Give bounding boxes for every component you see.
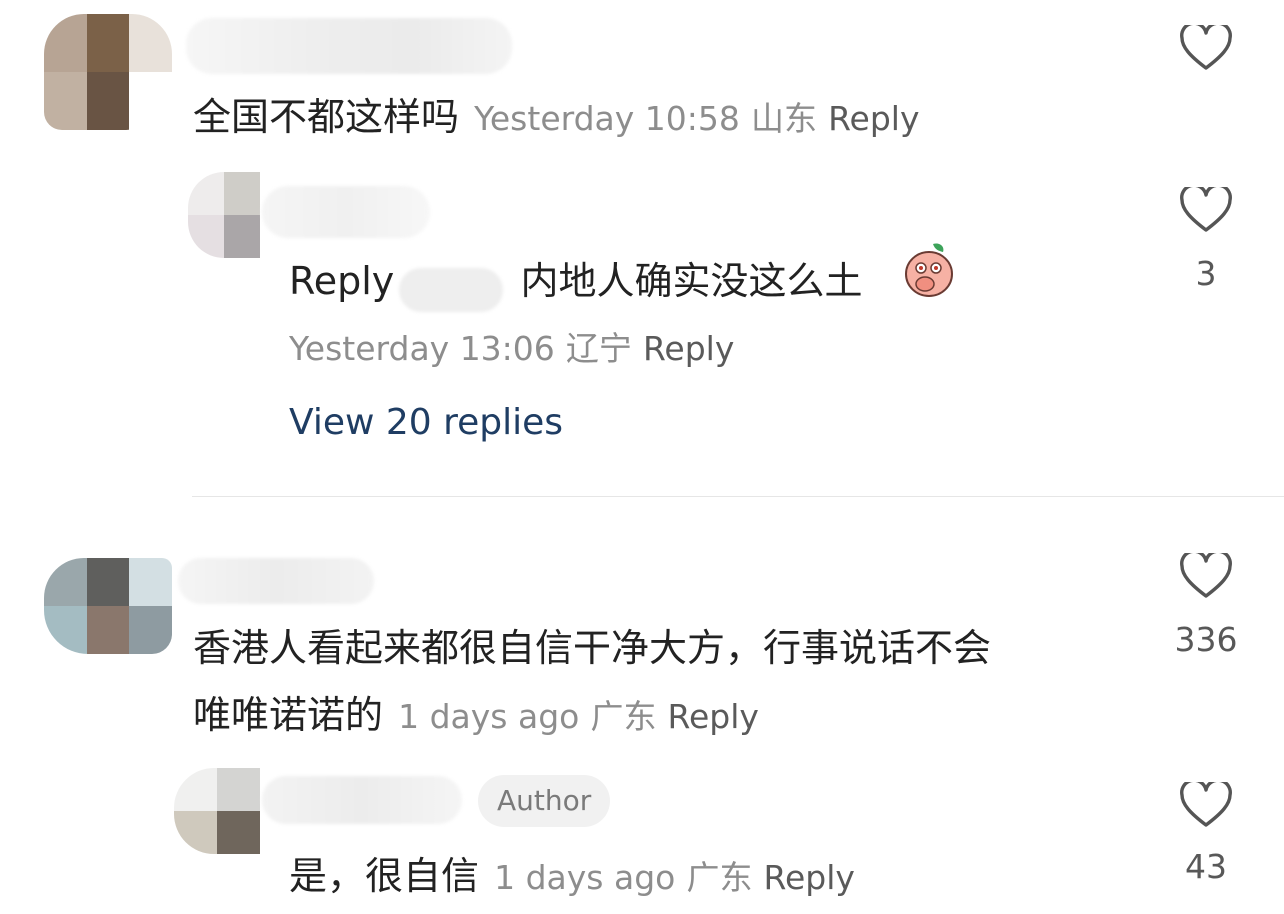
reply-text-row: 是，很自信 1 days ago 广东 Reply <box>289 845 855 900</box>
reply-location: 广东 <box>686 858 753 897</box>
avatar-pixel <box>86 606 130 654</box>
view-replies-link[interactable]: View 20 replies <box>289 402 563 443</box>
username-blurred[interactable] <box>178 558 374 604</box>
heart-outline-icon[interactable] <box>1180 553 1232 599</box>
avatar-pixel <box>224 215 260 258</box>
like-count: 43 <box>1185 847 1227 886</box>
heart-outline-icon[interactable] <box>1180 187 1232 233</box>
peach-face-emoji <box>905 243 953 297</box>
like-count: 336 <box>1174 620 1238 659</box>
avatar-pixel <box>129 558 172 606</box>
avatar[interactable] <box>174 768 260 854</box>
comment-text-line1: 香港人看起来都很自信干净大方，行事说话不会 <box>193 626 992 670</box>
avatar-pixel <box>174 811 217 854</box>
comment-text-row: 全国不都这样吗 Yesterday 10:58 山东 Reply <box>193 86 920 141</box>
username-blurred[interactable] <box>262 186 430 238</box>
reply-location: 辽宁 <box>565 329 632 368</box>
reply-button[interactable]: Reply <box>828 99 919 138</box>
avatar-pixel <box>44 72 87 130</box>
comment-time: 1 days ago <box>398 697 580 736</box>
avatar-pixel <box>44 14 87 72</box>
reply-button[interactable]: Reply <box>643 329 734 368</box>
avatar-pixel <box>129 72 172 130</box>
avatar-pixel <box>188 215 224 258</box>
avatar[interactable] <box>188 172 260 258</box>
reply-time: 1 days ago <box>494 858 676 897</box>
avatar-pixel <box>86 14 130 72</box>
reply-text: 是，很自信 <box>289 854 480 898</box>
reply-button[interactable]: Reply <box>764 858 855 897</box>
avatar-pixel <box>129 14 172 72</box>
divider <box>192 496 1284 497</box>
like-count: 3 <box>1195 254 1217 293</box>
reply-prefix: Reply <box>289 259 395 303</box>
comment-text-row: 唯唯诺诺的 1 days ago 广东 Reply <box>193 684 759 739</box>
avatar[interactable] <box>44 14 172 130</box>
avatar-pixel <box>44 558 87 606</box>
avatar-pixel <box>174 768 217 811</box>
avatar-pixel <box>224 172 260 215</box>
mentioned-username-blurred[interactable] <box>399 267 504 312</box>
avatar[interactable] <box>44 558 172 654</box>
username-blurred[interactable] <box>186 18 512 74</box>
reply-meta-row: Yesterday 13:06 辽宁 Reply <box>289 322 734 370</box>
username-blurred[interactable] <box>262 776 462 824</box>
avatar-pixel <box>217 768 260 811</box>
avatar-pixel <box>86 72 130 130</box>
heart-outline-icon[interactable] <box>1180 782 1232 828</box>
reply-text: 内地人确实没这么土 <box>520 259 863 303</box>
avatar-pixel <box>44 606 87 654</box>
reply-text-row: Reply 内地人确实没这么土 <box>289 250 862 312</box>
comment-location: 山东 <box>751 99 817 138</box>
avatar-pixel <box>217 811 260 854</box>
avatar-pixel <box>86 558 130 606</box>
author-badge: Author <box>478 775 611 827</box>
comment-location: 广东 <box>590 697 657 736</box>
comment-time: Yesterday 10:58 <box>474 99 740 138</box>
reply-time: Yesterday 13:06 <box>289 329 555 368</box>
comment-text-line2: 唯唯诺诺的 <box>193 693 384 737</box>
comment-text: 全国不都这样吗 <box>193 95 460 139</box>
avatar-pixel <box>188 172 224 215</box>
heart-outline-icon[interactable] <box>1180 25 1232 71</box>
avatar-pixel <box>129 606 172 654</box>
reply-button[interactable]: Reply <box>668 697 759 736</box>
